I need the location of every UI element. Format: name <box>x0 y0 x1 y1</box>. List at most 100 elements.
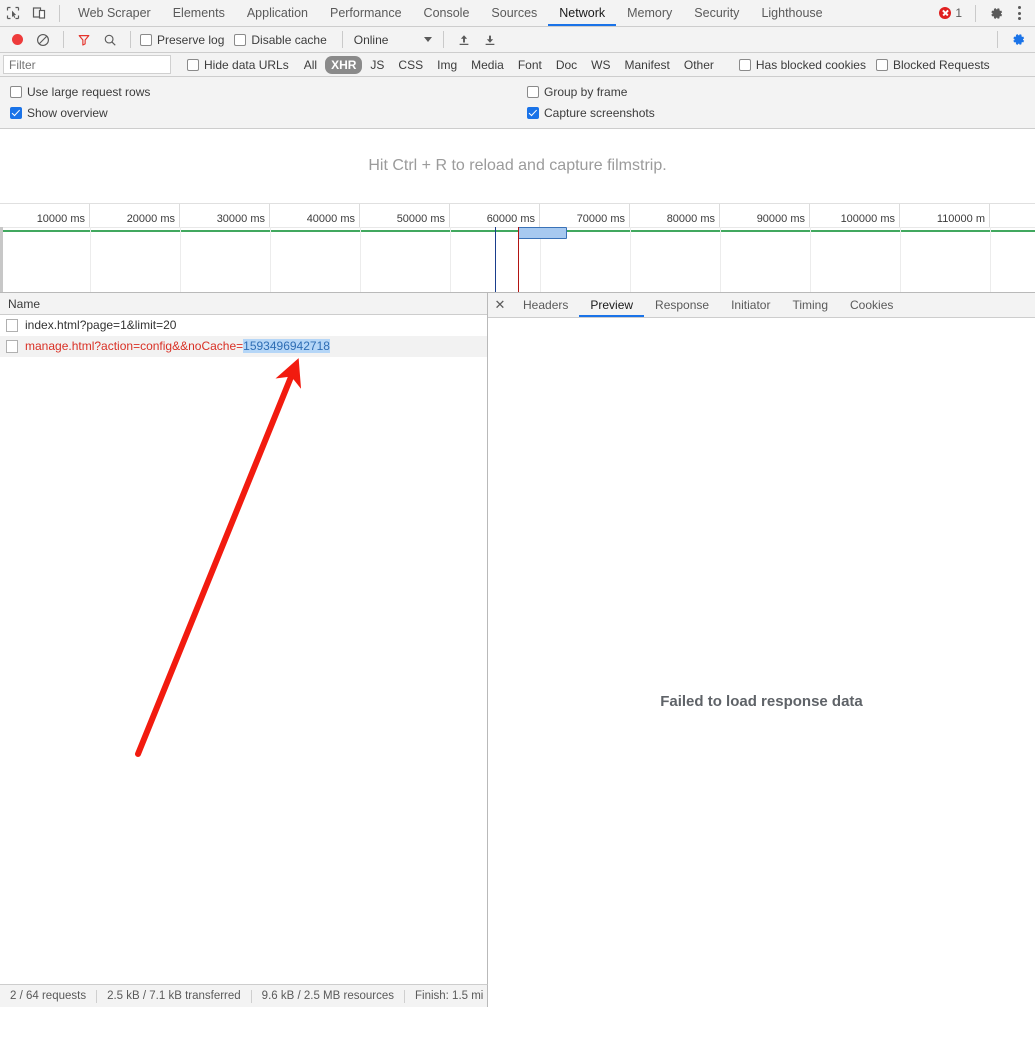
overview-tick-label: 10000 ms <box>36 213 85 225</box>
use-large-request-rows-checkbox[interactable]: Use large request rows <box>10 85 150 99</box>
overview-grid <box>0 227 1035 292</box>
capture-screenshots-label: Capture screenshots <box>544 105 655 120</box>
panel-tab-web-scraper[interactable]: Web Scraper <box>67 0 162 26</box>
search-icon[interactable] <box>97 28 123 52</box>
close-icon[interactable]: ✕ <box>488 293 512 317</box>
panel-tab-performance[interactable]: Performance <box>319 0 413 26</box>
show-overview-checkbox[interactable]: Show overview <box>10 106 108 120</box>
device-toolbar-icon[interactable] <box>26 0 52 26</box>
filter-type-font[interactable]: Font <box>512 56 548 74</box>
detail-tab-initiator[interactable]: Initiator <box>720 293 781 317</box>
filter-type-img[interactable]: Img <box>431 56 463 74</box>
table-row[interactable]: index.html?page=1&limit=20 <box>0 315 487 336</box>
record-button[interactable] <box>4 28 30 52</box>
overview-gridline <box>720 227 811 292</box>
throttle-value: Online <box>353 32 389 47</box>
overview-tick-label: 100000 ms <box>840 213 895 225</box>
network-settings-gear-icon[interactable] <box>1005 28 1031 52</box>
panel-tab-console[interactable]: Console <box>413 0 481 26</box>
inspect-element-icon[interactable] <box>0 0 26 26</box>
failed-to-load-message: Failed to load response data <box>660 693 863 710</box>
filter-input[interactable] <box>3 55 171 74</box>
network-overview-timeline[interactable]: 10000 ms 20000 ms 30000 ms 40000 ms 50000 ms… <box>0 204 1035 293</box>
filter-row: Hide data URLs All XHR JS CSS Img Media … <box>0 53 1035 77</box>
clear-button[interactable] <box>30 28 56 52</box>
error-count-badge[interactable]: 1 <box>933 6 968 20</box>
filter-button[interactable] <box>71 28 97 52</box>
has-blocked-cookies-checkbox[interactable]: Has blocked cookies <box>738 58 866 72</box>
detail-tab-preview[interactable]: Preview <box>579 293 645 317</box>
filter-type-ws[interactable]: WS <box>585 56 616 74</box>
request-type-icon <box>6 339 18 353</box>
preserve-log-checkbox[interactable]: Preserve log <box>140 33 224 47</box>
overview-tick-label: 40000 ms <box>306 213 355 225</box>
devtools-tab-bar: Web Scraper Elements Application Perform… <box>0 0 1035 27</box>
filter-type-js[interactable]: JS <box>364 56 390 74</box>
tabbar-right-controls: 1 <box>933 0 1035 26</box>
request-type-icon <box>6 318 18 332</box>
options-row-1: Use large request rows Group by frame <box>0 81 1035 102</box>
more-options-icon[interactable] <box>1009 2 1029 24</box>
filter-type-doc[interactable]: Doc <box>550 56 583 74</box>
overview-gridline <box>270 227 361 292</box>
filter-type-all[interactable]: All <box>298 56 323 74</box>
panel-tab-lighthouse[interactable]: Lighthouse <box>750 0 833 26</box>
network-main-split: Name index.html?page=1&limit=20 manage.h… <box>0 293 1035 1007</box>
export-har-icon[interactable] <box>477 28 503 52</box>
panel-tab-application[interactable]: Application <box>236 0 319 26</box>
preserve-log-label: Preserve log <box>157 32 225 47</box>
net-toolbar-divider-5 <box>997 31 998 48</box>
detail-tab-timing[interactable]: Timing <box>781 293 839 317</box>
overview-tick-label: 60000 ms <box>486 213 535 225</box>
overview-gridline <box>810 227 901 292</box>
overview-tick: 40000 ms <box>270 204 360 227</box>
panel-tab-elements[interactable]: Elements <box>162 0 236 26</box>
filter-type-media[interactable]: Media <box>465 56 510 74</box>
options-row-1-right: Group by frame <box>525 85 1035 99</box>
use-large-request-rows-box <box>10 85 22 98</box>
requests-list[interactable]: index.html?page=1&limit=20 manage.html?a… <box>0 315 487 984</box>
panel-tab-security[interactable]: Security <box>683 0 750 26</box>
status-requests: 2 / 64 requests <box>10 990 87 1002</box>
capture-screenshots-checkbox[interactable]: Capture screenshots <box>527 106 655 120</box>
overview-tick-label: 30000 ms <box>216 213 265 225</box>
overview-ruler: 10000 ms 20000 ms 30000 ms 40000 ms 50000 ms… <box>0 204 1035 228</box>
group-by-frame-checkbox[interactable]: Group by frame <box>527 85 627 99</box>
gear-icon[interactable] <box>983 0 1009 26</box>
status-transferred: 2.5 kB / 7.1 kB transferred <box>107 990 241 1002</box>
request-name: manage.html?action=config&&noCache=15934… <box>25 339 330 353</box>
detail-tab-response[interactable]: Response <box>644 293 720 317</box>
import-har-icon[interactable] <box>451 28 477 52</box>
filter-type-xhr[interactable]: XHR <box>325 55 363 74</box>
detail-tab-headers[interactable]: Headers <box>512 293 579 317</box>
overview-tick-label: 90000 ms <box>756 213 805 225</box>
overview-gridline <box>360 227 451 292</box>
filmstrip-message: Hit Ctrl + R to reload and capture films… <box>368 157 667 174</box>
requests-pane: Name index.html?page=1&limit=20 manage.h… <box>0 293 488 1007</box>
net-toolbar-divider-4 <box>443 31 445 48</box>
has-blocked-cookies-box <box>738 58 751 71</box>
filter-type-other[interactable]: Other <box>678 56 720 74</box>
filter-type-manifest[interactable]: Manifest <box>619 56 676 74</box>
overview-gridline <box>630 227 721 292</box>
request-name-selected-fragment: 1593496942718 <box>243 339 330 353</box>
detail-tab-cookies[interactable]: Cookies <box>839 293 904 317</box>
options-row-2-right: Capture screenshots <box>525 106 1035 120</box>
show-overview-label: Show overview <box>27 105 108 120</box>
filter-type-css[interactable]: CSS <box>392 56 429 74</box>
panel-tab-network[interactable]: Network <box>548 0 617 26</box>
network-toolbar: Preserve log Disable cache Online <box>0 27 1035 53</box>
net-toolbar-divider-1 <box>63 31 64 48</box>
overview-tick: 70000 ms <box>540 204 630 227</box>
error-count-label: 1 <box>955 6 962 20</box>
panel-tab-sources[interactable]: Sources <box>480 0 548 26</box>
table-row[interactable]: manage.html?action=config&&noCache=15934… <box>0 336 487 357</box>
panel-tab-memory[interactable]: Memory <box>616 0 683 26</box>
requests-table-header[interactable]: Name <box>0 293 487 315</box>
throttle-select[interactable]: Online <box>350 33 437 47</box>
hide-data-urls-checkbox[interactable]: Hide data URLs <box>187 58 289 72</box>
overview-left-handle[interactable] <box>0 227 3 292</box>
disable-cache-checkbox[interactable]: Disable cache <box>234 33 327 47</box>
overview-tick-label: 70000 ms <box>576 213 625 225</box>
blocked-requests-checkbox[interactable]: Blocked Requests <box>875 58 990 72</box>
